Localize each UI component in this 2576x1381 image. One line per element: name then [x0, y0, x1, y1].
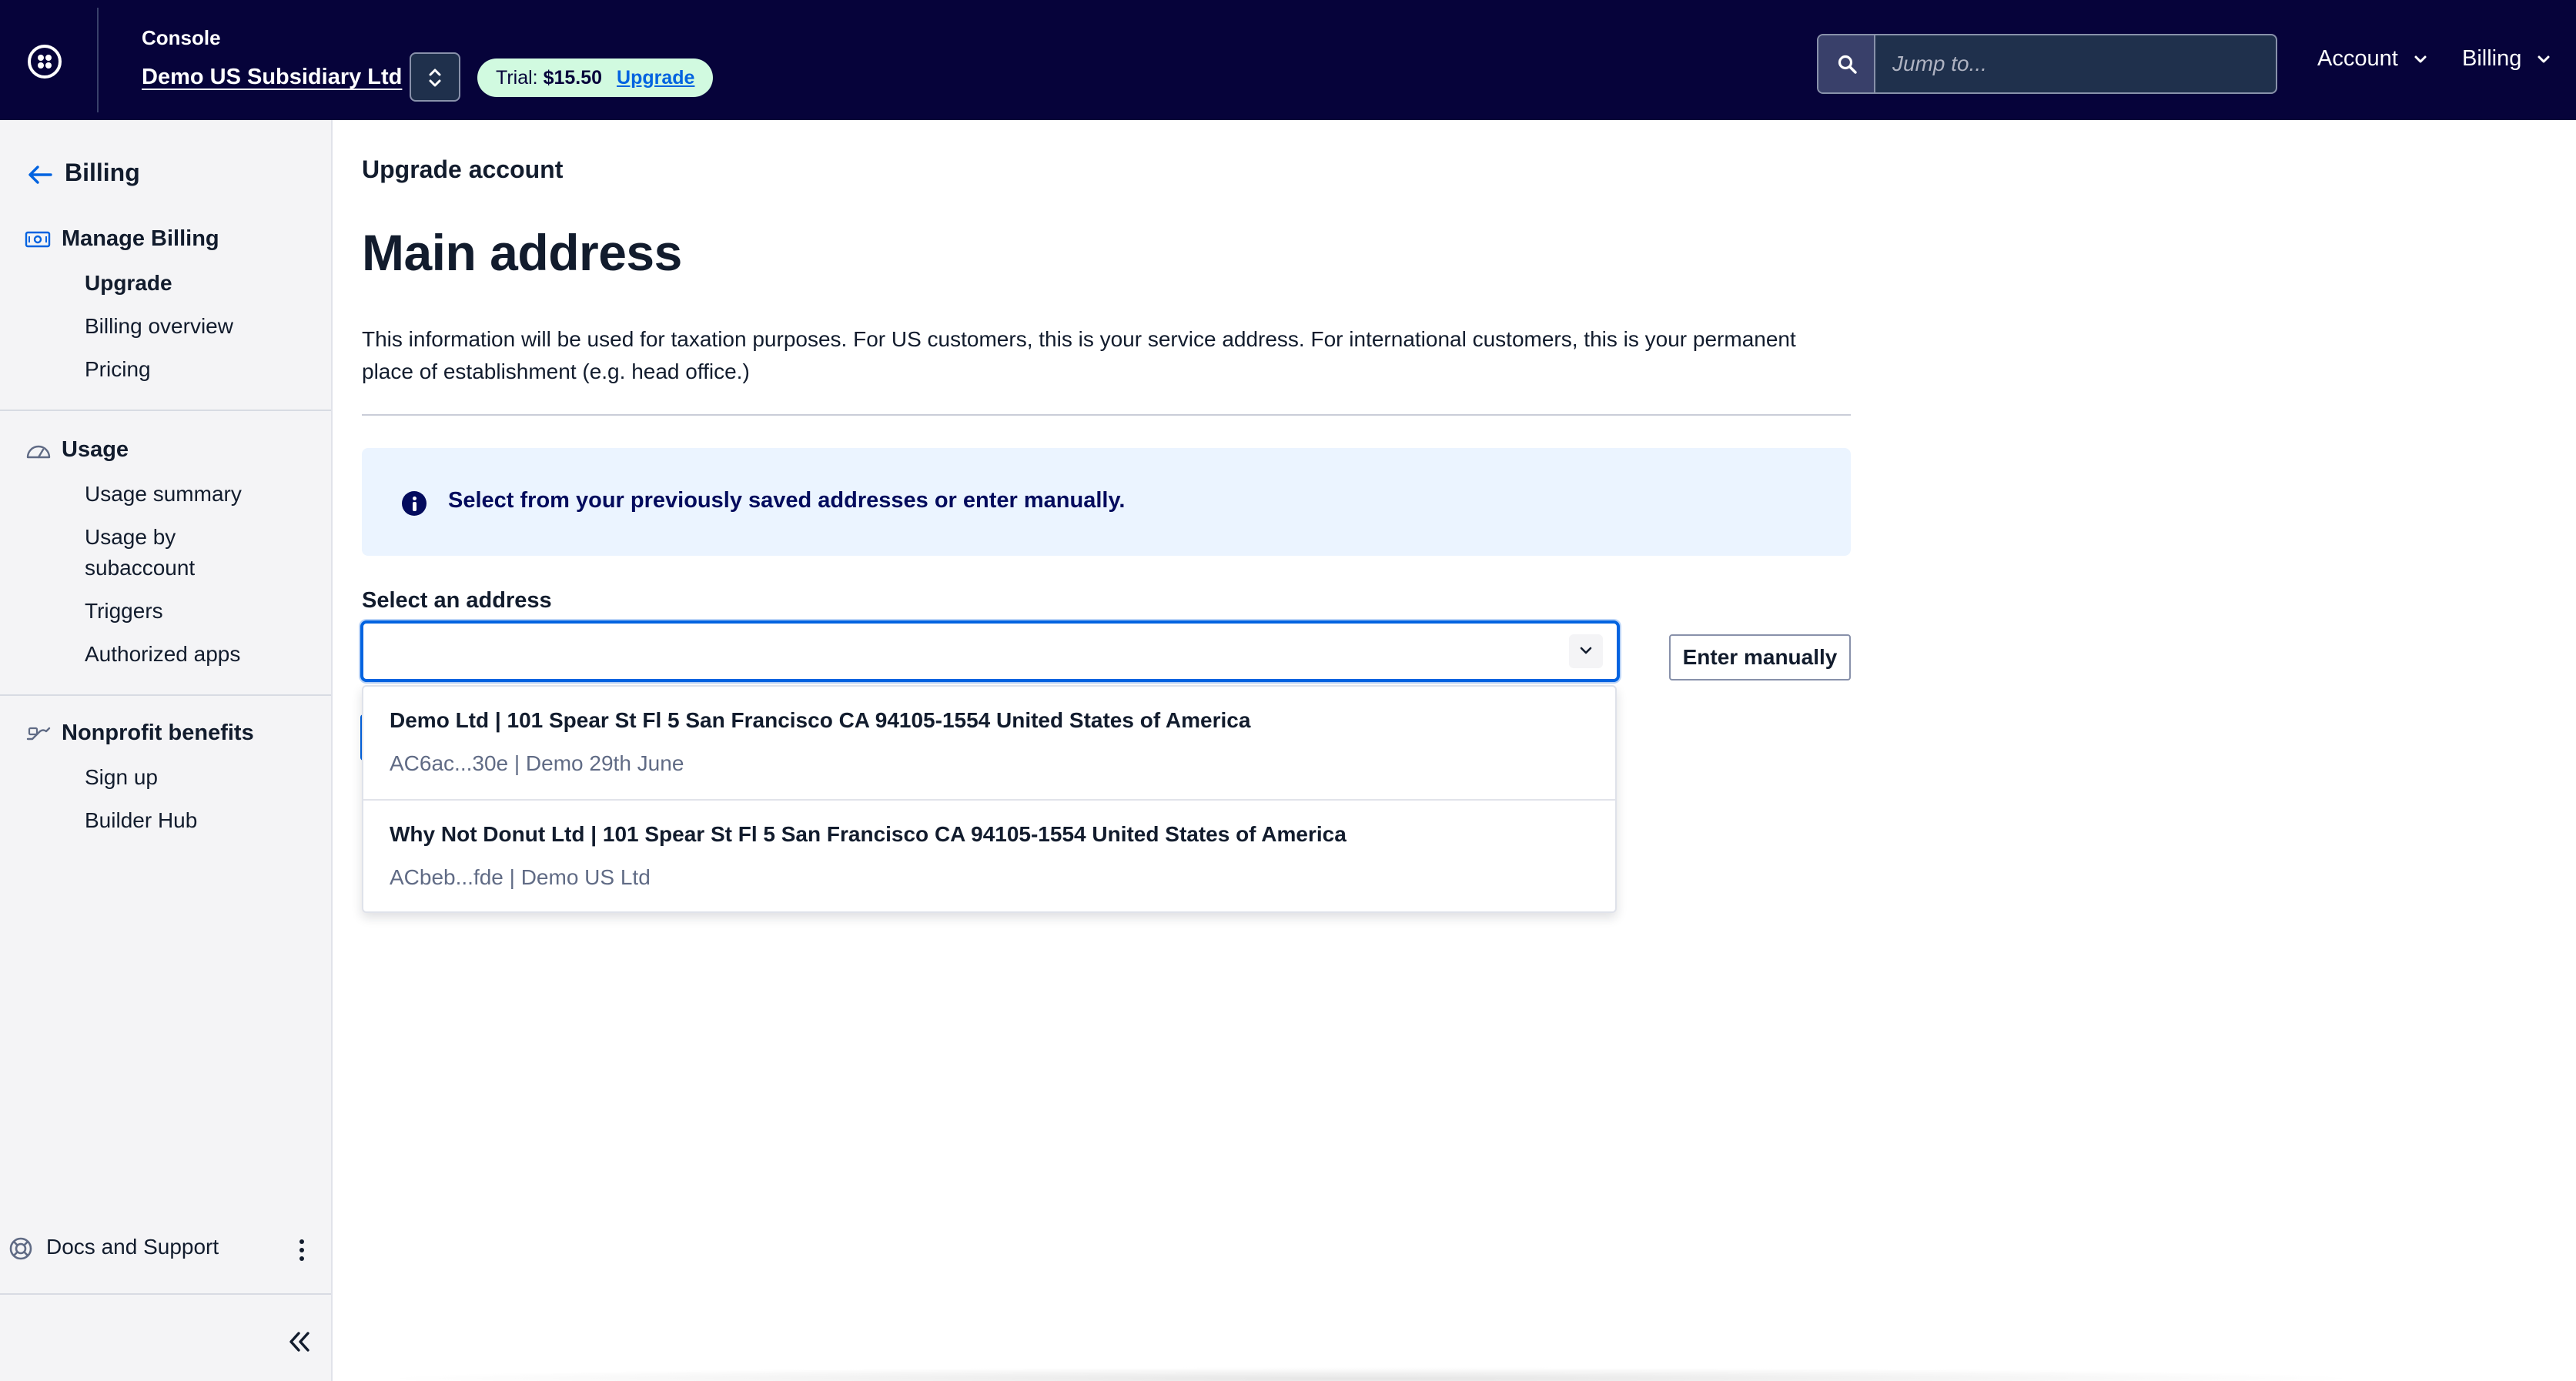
sidebar-item-pricing[interactable]: Pricing	[85, 354, 151, 385]
kebab-icon[interactable]	[294, 1235, 309, 1266]
sidebar-item-sign-up[interactable]: Sign up	[85, 762, 158, 793]
info-icon	[402, 491, 427, 516]
info-message: Select from your previously saved addres…	[448, 488, 1126, 513]
address-select-toggle[interactable]	[1569, 634, 1603, 668]
address-option-secondary: AC6ac...30e | Demo 29th June	[390, 751, 684, 775]
docs-and-support-link[interactable]: Docs and Support	[8, 1235, 219, 1262]
console-label: Console	[142, 26, 221, 49]
top-navigation-bar: Console Demo US Subsidiary Ltd Trial: $1…	[0, 0, 2576, 120]
search-button[interactable]	[1818, 35, 1875, 92]
select-address-label: Select an address	[362, 588, 552, 613]
sidebar-section-usage: Usage	[25, 437, 129, 463]
arrow-left-icon	[28, 165, 52, 184]
sidebar-back-billing[interactable]: Billing	[26, 159, 140, 187]
chevron-up-down-icon	[429, 69, 441, 87]
address-option[interactable]: Demo Ltd | 101 Spear St Fl 5 San Francis…	[363, 687, 1615, 799]
sidebar-item-usage-by-subaccount[interactable]: Usage by subaccount	[85, 522, 262, 583]
info-callout: Select from your previously saved addres…	[362, 448, 1851, 556]
sidebar-item-triggers[interactable]: Triggers	[85, 596, 163, 627]
address-select[interactable]	[360, 620, 1620, 682]
sidebar: Billing Manage Billing Upgrade Billing o…	[0, 120, 333, 1381]
page-description: This information will be used for taxati…	[362, 327, 1796, 383]
sidebar-divider	[0, 1293, 331, 1295]
account-menu[interactable]: Account	[2317, 46, 2427, 72]
address-option-secondary: ACbeb...fde | Demo US Ltd	[390, 865, 651, 889]
sidebar-section-manage-billing: Manage Billing	[25, 226, 219, 252]
sidebar-divider	[0, 694, 331, 696]
sidebar-back-label: Billing	[65, 159, 140, 186]
nonprofit-icon	[26, 727, 51, 741]
gauge-icon	[26, 446, 51, 459]
enter-manually-button[interactable]: Enter manually	[1669, 634, 1851, 680]
trial-label: Trial:	[496, 67, 538, 89]
bottom-panel-shadow	[370, 1367, 2371, 1381]
topbar-divider	[97, 8, 99, 112]
account-name-link[interactable]: Demo US Subsidiary Ltd	[142, 65, 402, 90]
search-input[interactable]	[1877, 35, 2276, 92]
chevron-down-icon	[2414, 55, 2427, 63]
billing-menu[interactable]: Billing	[2462, 46, 2551, 72]
address-option-primary: Demo Ltd | 101 Spear St Fl 5 San Francis…	[390, 708, 1251, 732]
sidebar-item-billing-overview[interactable]: Billing overview	[85, 311, 233, 342]
section-divider	[362, 414, 1851, 416]
chevron-down-icon	[2538, 55, 2550, 63]
double-chevron-left-icon[interactable]	[285, 1329, 316, 1355]
page-title: Main address	[362, 224, 682, 281]
breadcrumb: Upgrade account	[362, 155, 564, 183]
address-option[interactable]: Why Not Donut Ltd | 101 Spear St Fl 5 Sa…	[363, 801, 1615, 913]
trial-badge: Trial: $15.50 Upgrade	[477, 59, 714, 97]
logo-icon[interactable]	[28, 45, 62, 79]
chevron-down-icon	[1580, 647, 1592, 654]
section-title-usage: Usage	[62, 437, 129, 462]
sidebar-section-nonprofit: Nonprofit benefits	[25, 721, 254, 746]
jump-to-search	[1817, 34, 2277, 94]
sidebar-divider	[0, 410, 331, 411]
upgrade-link[interactable]: Upgrade	[617, 67, 694, 89]
lifebuoy-icon	[9, 1237, 32, 1259]
account-menu-label: Account	[2317, 46, 2398, 71]
docs-and-support-label: Docs and Support	[46, 1235, 219, 1259]
sidebar-item-usage-summary[interactable]: Usage summary	[85, 479, 242, 510]
address-dropdown-list: Demo Ltd | 101 Spear St Fl 5 San Francis…	[362, 685, 1617, 913]
section-title-nonprofit: Nonprofit benefits	[62, 721, 254, 745]
sidebar-item-authorized-apps[interactable]: Authorized apps	[85, 639, 240, 670]
sidebar-item-upgrade[interactable]: Upgrade	[85, 268, 172, 299]
address-option-primary: Why Not Donut Ltd | 101 Spear St Fl 5 Sa…	[390, 822, 1347, 846]
section-title-manage-billing: Manage Billing	[62, 226, 219, 251]
search-icon	[1838, 55, 1857, 74]
account-switcher-button[interactable]	[410, 52, 460, 102]
billing-menu-label: Billing	[2462, 46, 2522, 71]
sidebar-item-builder-hub[interactable]: Builder Hub	[85, 805, 197, 836]
billing-icon	[25, 232, 51, 248]
trial-amount: $15.50	[543, 67, 603, 89]
